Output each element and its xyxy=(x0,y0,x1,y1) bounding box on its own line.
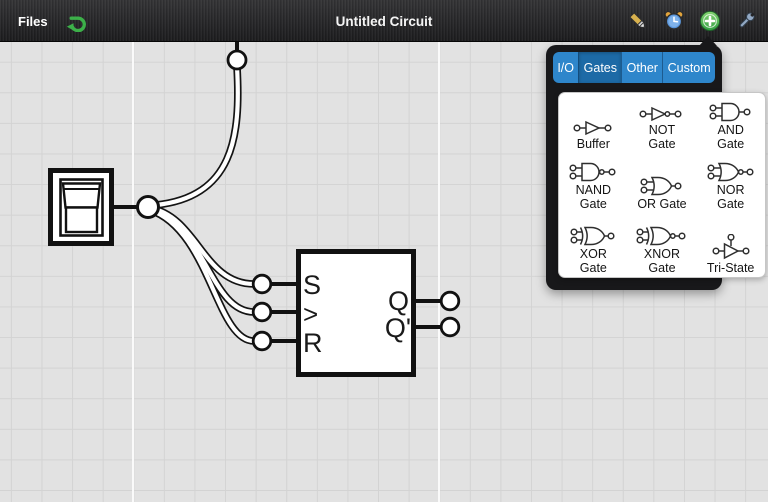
nand-gate-icon xyxy=(569,162,617,182)
wrench-icon xyxy=(735,10,757,32)
add-plus-icon xyxy=(699,10,721,32)
nor-gate-icon xyxy=(707,162,755,182)
flipflop-label-q: Q xyxy=(388,286,409,316)
wire-core xyxy=(147,206,257,315)
palette-item-label: Buffer xyxy=(576,136,610,151)
toggle-switch-component[interactable] xyxy=(48,168,114,246)
flipflop-label-clock: > xyxy=(303,299,318,329)
draw-button[interactable] xyxy=(622,0,654,42)
palette-item-or-gate[interactable]: OR Gate xyxy=(628,154,697,214)
flipflop-label-q-prime: Q' xyxy=(385,313,411,343)
flipflop-label-s: S xyxy=(303,270,321,300)
not-gate-icon xyxy=(639,106,685,122)
xor-gate-icon xyxy=(570,226,617,246)
timer-button[interactable] xyxy=(658,0,690,42)
buffer-gate-icon xyxy=(573,120,613,136)
app-screen: Files Untitled Circuit S > R Q Q' I/O Ga… xyxy=(0,0,768,502)
and-gate-icon xyxy=(709,102,753,122)
gates-palette-panel: Buffer NOT Gate AND Gate NAND Gate OR Ga… xyxy=(558,92,766,278)
palette-item-xnor-gate[interactable]: XNOR Gate xyxy=(628,214,697,278)
wire-core xyxy=(147,207,257,344)
wire xyxy=(146,206,258,345)
wire-node[interactable] xyxy=(251,301,273,323)
circuit-canvas[interactable]: S > R Q Q' I/O Gates Other Custom Buffer… xyxy=(0,36,768,502)
palette-item-label: XOR Gate xyxy=(579,247,607,275)
settings-button[interactable] xyxy=(730,0,762,42)
palette-item-nand-gate[interactable]: NAND Gate xyxy=(559,154,628,214)
undo-icon xyxy=(65,10,87,32)
palette-item-label: AND Gate xyxy=(717,123,745,151)
sr-flipflop-component[interactable]: S > R Q Q' xyxy=(296,249,416,377)
tab-gates[interactable]: Gates xyxy=(578,52,622,83)
alarm-clock-icon xyxy=(663,10,685,32)
palette-tab-bar: I/O Gates Other Custom xyxy=(553,52,715,83)
palette-item-nor-gate[interactable]: NOR Gate xyxy=(696,154,765,214)
palette-item-label: NOR Gate xyxy=(716,183,745,211)
palette-item-xor-gate[interactable]: XOR Gate xyxy=(559,214,628,278)
palette-item-buffer[interactable]: Buffer xyxy=(559,94,628,154)
palette-item-not-gate[interactable]: NOT Gate xyxy=(628,94,697,154)
palette-item-label: NOT Gate xyxy=(648,123,676,151)
toolbar: Files Untitled Circuit xyxy=(0,0,768,42)
popover-arrow xyxy=(699,36,717,46)
wire xyxy=(152,63,242,209)
tab-custom[interactable]: Custom xyxy=(662,52,715,83)
tri-state-icon xyxy=(712,233,750,260)
wire-node[interactable] xyxy=(439,316,461,338)
palette-item-tri-state[interactable]: Tri-State xyxy=(696,214,765,278)
tab-other[interactable]: Other xyxy=(621,52,663,83)
palette-item-label: Tri-State xyxy=(706,260,755,275)
files-button[interactable]: Files xyxy=(0,0,60,42)
undo-button[interactable] xyxy=(60,0,92,42)
palette-item-and-gate[interactable]: AND Gate xyxy=(696,94,765,154)
palette-item-label: NAND Gate xyxy=(575,183,612,211)
wire-node[interactable] xyxy=(136,195,160,219)
tab-io[interactable]: I/O xyxy=(553,52,579,83)
wire-bundle[interactable] xyxy=(146,63,258,345)
pen-icon xyxy=(627,10,649,32)
wire-node[interactable] xyxy=(226,49,248,71)
wire-core xyxy=(153,64,240,208)
palette-item-label: OR Gate xyxy=(637,196,687,211)
wire-node[interactable] xyxy=(251,273,273,295)
or-gate-icon xyxy=(640,176,684,196)
xnor-gate-icon xyxy=(636,226,687,246)
wire-node[interactable] xyxy=(439,290,461,312)
flipflop-label-r: R xyxy=(303,328,323,358)
wire-node[interactable] xyxy=(251,330,273,352)
palette-item-label: XNOR Gate xyxy=(643,247,681,275)
